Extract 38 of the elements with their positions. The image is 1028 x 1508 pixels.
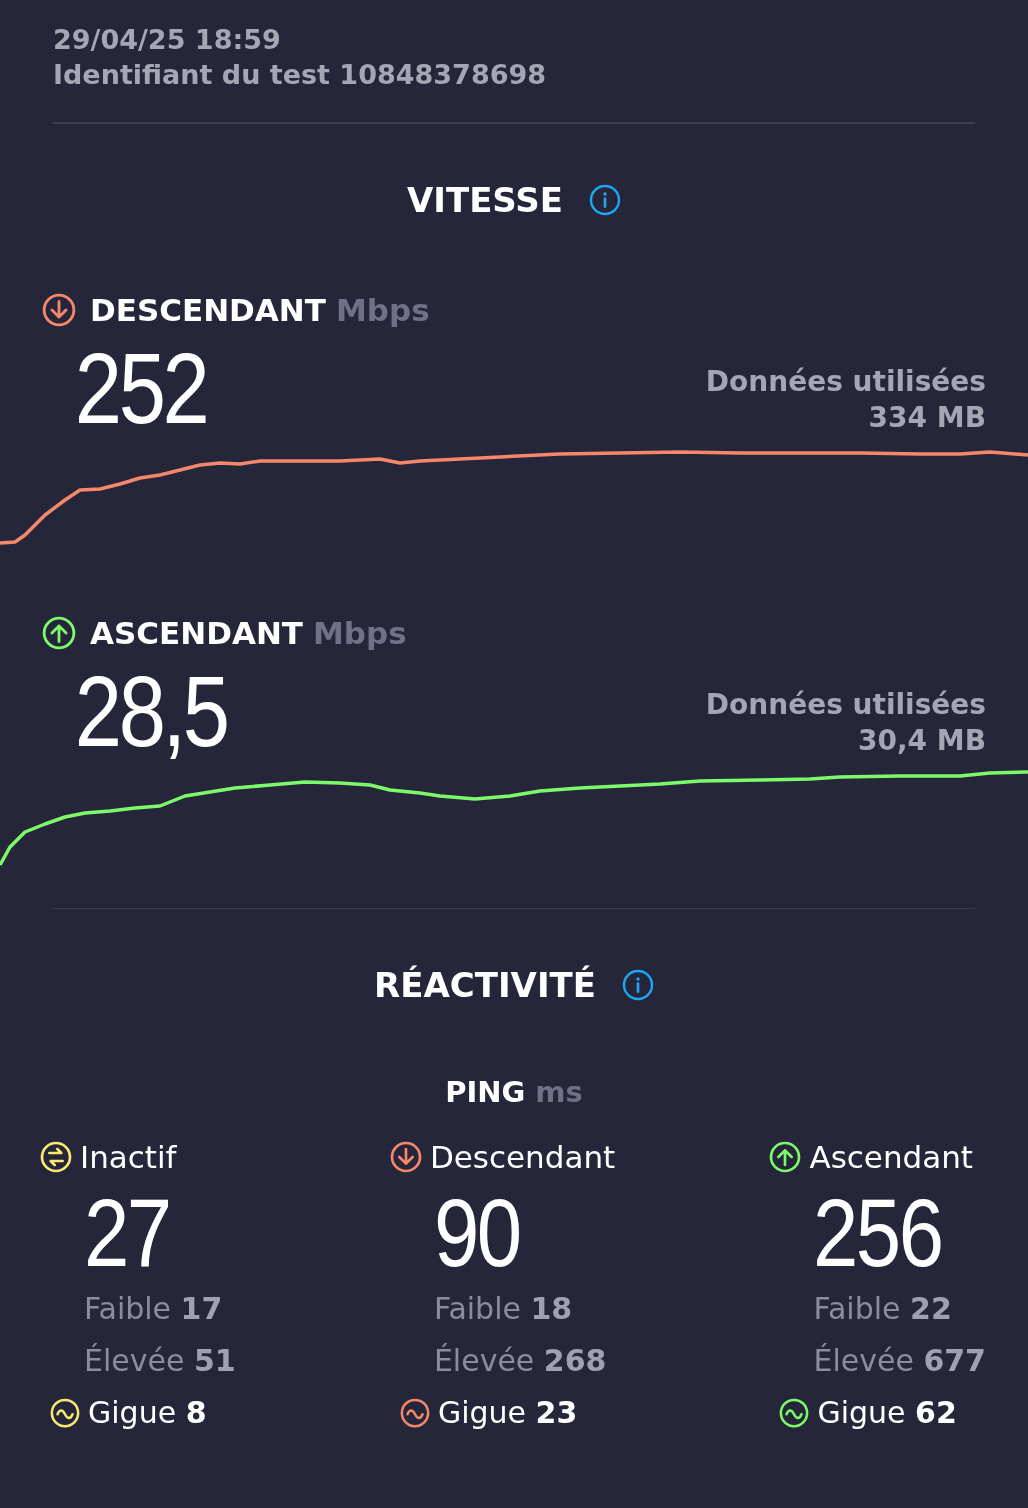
test-id: Identifiant du test 10848378698	[53, 58, 548, 92]
test-datetime: 29/04/25 18:59	[53, 23, 282, 57]
speed-label: DESCENDANT	[90, 292, 326, 328]
ping-high: Élevée 268	[433, 1342, 608, 1380]
ping-low: Faible 18	[433, 1290, 574, 1328]
section-title: VITESSE	[406, 180, 564, 220]
jitter-value: Gigue 23	[437, 1394, 578, 1432]
unit-label: Mbps	[335, 292, 430, 328]
ping-type-label: Descendant	[429, 1139, 616, 1175]
data-used-label: Données utilisées	[705, 364, 986, 400]
data-used-value: 30,4 MB	[857, 723, 986, 759]
jitter-icon	[399, 1398, 430, 1428]
ping-value: 256	[813, 1183, 942, 1283]
ping-value: 90	[433, 1183, 520, 1283]
download-icon	[42, 293, 76, 327]
ping-type-label: Ascendant	[809, 1139, 974, 1175]
data-used-label: Données utilisées	[705, 687, 986, 723]
data-used-value: 334 MB	[868, 400, 986, 436]
jitter-value: Gigue 8	[88, 1394, 207, 1432]
ping-high: Élevée 51	[84, 1342, 236, 1380]
ping-low: Faible 17	[84, 1290, 224, 1328]
info-icon[interactable]	[589, 184, 622, 216]
speed-value: 28,5	[73, 661, 227, 761]
speed-value: 252	[73, 338, 207, 438]
jitter-icon	[50, 1398, 80, 1428]
ping-high: Élevée 677	[813, 1342, 986, 1380]
speed-label: ASCENDANT	[90, 615, 303, 651]
jitter-value: Gigue 62	[817, 1394, 957, 1432]
ping-value: 27	[84, 1183, 170, 1283]
section-title: RÉACTIVITÉ	[374, 965, 596, 1005]
upload-icon	[42, 616, 76, 650]
unit-label: ms	[535, 1075, 583, 1109]
ping-low: Faible 22	[813, 1290, 953, 1328]
ping-type-label: Inactif	[80, 1139, 177, 1175]
jitter-icon	[779, 1398, 810, 1428]
info-icon[interactable]	[621, 969, 654, 1001]
ping-label: PING	[445, 1075, 526, 1109]
unit-label: Mbps	[313, 615, 407, 651]
